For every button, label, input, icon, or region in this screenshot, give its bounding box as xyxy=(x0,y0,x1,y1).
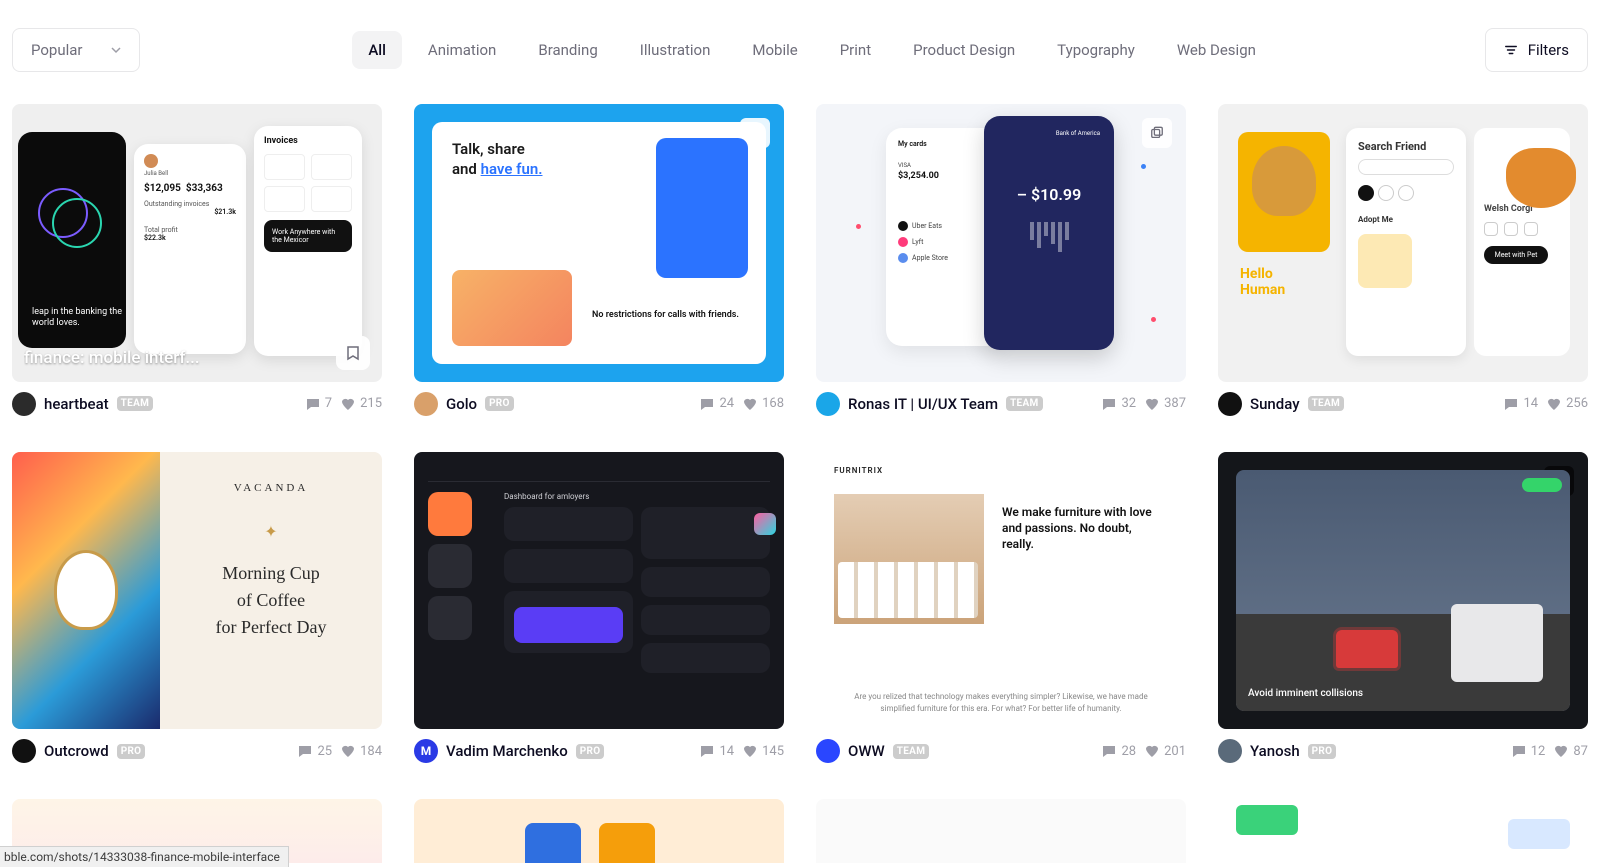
author-badge: TEAM xyxy=(117,396,154,411)
shot-card: Talk, shareand have fun. No restrictions… xyxy=(414,104,784,416)
avatar[interactable] xyxy=(414,392,438,416)
avatar[interactable] xyxy=(1218,392,1242,416)
comments-stat[interactable]: 32 xyxy=(1101,396,1136,412)
shot-thumbnail[interactable]: leap in the banking the world loves. Jul… xyxy=(12,104,382,382)
tab-illustration[interactable]: Illustration xyxy=(624,31,727,69)
browser-status-bar: bble.com/shots/14333038-finance-mobile-i… xyxy=(0,846,289,867)
comments-stat[interactable]: 25 xyxy=(297,743,332,759)
shot-card: My cards VISA $3,254.00 Uber Eats Lyft A… xyxy=(816,104,1186,416)
likes-stat[interactable]: 256 xyxy=(1546,396,1588,412)
rebound-icon xyxy=(1142,118,1172,148)
chevron-down-icon xyxy=(111,45,121,55)
category-tabs: All Animation Branding Illustration Mobi… xyxy=(160,31,1465,69)
shot-thumbnail[interactable]: HelloHuman Search Friend Adopt Me Welsh … xyxy=(1218,104,1588,382)
shot-card xyxy=(1218,799,1588,863)
tab-web-design[interactable]: Web Design xyxy=(1161,31,1272,69)
tab-mobile[interactable]: Mobile xyxy=(736,31,813,69)
author-link[interactable]: Vadim Marchenko xyxy=(446,742,568,760)
tab-branding[interactable]: Branding xyxy=(522,31,613,69)
comments-stat[interactable]: 28 xyxy=(1101,743,1136,759)
filters-label: Filters xyxy=(1528,41,1569,59)
likes-stat[interactable]: 387 xyxy=(1144,396,1186,412)
shot-thumbnail[interactable]: VACANDA ✦ Morning Cupof Coffeefor Perfec… xyxy=(12,452,382,730)
shot-card: Avoid imminent collisions Yanosh PRO 12 … xyxy=(1218,452,1588,764)
avatar[interactable] xyxy=(816,392,840,416)
comments-stat[interactable]: 14 xyxy=(699,743,734,759)
shot-thumbnail[interactable]: Avoid imminent collisions xyxy=(1218,452,1588,730)
avatar[interactable]: M xyxy=(414,739,438,763)
author-link[interactable]: Ronas IT | UI/UX Team xyxy=(848,395,998,413)
filter-icon xyxy=(1504,43,1518,57)
author-link[interactable]: Sunday xyxy=(1250,395,1300,413)
shot-thumbnail[interactable] xyxy=(1218,799,1588,863)
author-link[interactable]: Yanosh xyxy=(1250,742,1300,760)
likes-stat[interactable]: 201 xyxy=(1144,743,1186,759)
likes-stat[interactable]: 145 xyxy=(742,743,784,759)
tab-animation[interactable]: Animation xyxy=(412,31,512,69)
tab-all[interactable]: All xyxy=(352,31,402,69)
shot-card: FURNITRIX We make furniture with love an… xyxy=(816,452,1186,764)
author-link[interactable]: OWW xyxy=(848,742,885,760)
shot-card xyxy=(414,799,784,863)
avatar[interactable] xyxy=(1218,739,1242,763)
shot-thumbnail[interactable]: Talk, shareand have fun. No restrictions… xyxy=(414,104,784,382)
author-badge: PRO xyxy=(485,396,514,411)
author-link[interactable]: heartbeat xyxy=(44,395,109,413)
comments-stat[interactable]: 7 xyxy=(305,396,332,412)
comments-stat[interactable]: 12 xyxy=(1511,743,1546,759)
likes-stat[interactable]: 87 xyxy=(1553,743,1588,759)
shot-thumbnail[interactable] xyxy=(816,799,1186,863)
sort-label: Popular xyxy=(31,41,83,59)
likes-stat[interactable]: 184 xyxy=(340,743,382,759)
shot-thumbnail[interactable] xyxy=(414,799,784,863)
tab-product-design[interactable]: Product Design xyxy=(897,31,1031,69)
shot-card: HelloHuman Search Friend Adopt Me Welsh … xyxy=(1218,104,1588,416)
author-link[interactable]: Golo xyxy=(446,395,477,413)
author-badge: TEAM xyxy=(893,744,930,759)
shot-card xyxy=(816,799,1186,863)
shot-grid: leap in the banking the world loves. Jul… xyxy=(0,92,1600,863)
shot-thumbnail[interactable]: Dashboard for amloyers xyxy=(414,452,784,730)
shot-thumbnail[interactable]: My cards VISA $3,254.00 Uber Eats Lyft A… xyxy=(816,104,1186,382)
author-badge: PRO xyxy=(1308,744,1337,759)
comments-stat[interactable]: 14 xyxy=(1503,396,1538,412)
author-badge: PRO xyxy=(117,744,146,759)
author-link[interactable]: Outcrowd xyxy=(44,742,109,760)
shot-card: VACANDA ✦ Morning Cupof Coffeefor Perfec… xyxy=(12,452,382,764)
tab-print[interactable]: Print xyxy=(824,31,887,69)
avatar[interactable] xyxy=(12,739,36,763)
filters-button[interactable]: Filters xyxy=(1485,28,1588,72)
likes-stat[interactable]: 168 xyxy=(742,396,784,412)
save-shot-button[interactable] xyxy=(336,336,370,370)
shot-title: finance: mobile interf... xyxy=(24,348,200,368)
shot-card: Dashboard for amloyers M xyxy=(414,452,784,764)
shot-card: leap in the banking the world loves. Jul… xyxy=(12,104,382,416)
shot-thumbnail[interactable]: FURNITRIX We make furniture with love an… xyxy=(816,452,1186,730)
avatar[interactable] xyxy=(12,392,36,416)
avatar[interactable] xyxy=(816,739,840,763)
author-badge: PRO xyxy=(576,744,605,759)
sort-dropdown[interactable]: Popular xyxy=(12,28,140,72)
author-badge: TEAM xyxy=(1006,396,1043,411)
author-badge: TEAM xyxy=(1308,396,1345,411)
tab-typography[interactable]: Typography xyxy=(1041,31,1151,69)
comments-stat[interactable]: 24 xyxy=(699,396,734,412)
likes-stat[interactable]: 215 xyxy=(340,396,382,412)
